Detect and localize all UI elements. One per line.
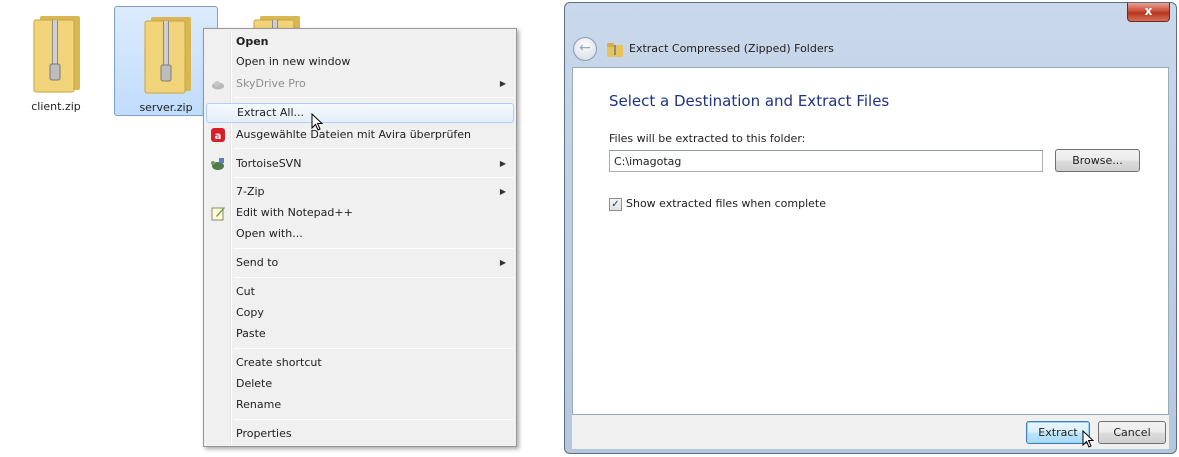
destination-folder-label: Files will be extracted to this folder: — [609, 132, 806, 145]
file-name: client.zip — [31, 100, 81, 113]
menu-item-label: Open — [236, 35, 269, 48]
show-files-label[interactable]: Show extracted files when complete — [626, 197, 826, 210]
menu-item-avira-scan[interactable]: a Ausgewählte Dateien mit Avira überprüf… — [206, 125, 514, 145]
menu-item-open-with[interactable]: Open with... — [206, 224, 514, 244]
show-files-checkbox[interactable]: ✓ — [609, 198, 622, 211]
menu-item-tortoisesvn[interactable]: TortoiseSVN ▶ — [206, 154, 514, 174]
menu-item-7zip[interactable]: 7-Zip ▶ — [206, 182, 514, 202]
menu-separator — [234, 348, 514, 349]
mouse-cursor-icon — [311, 113, 323, 131]
menu-item-rename[interactable]: Rename — [206, 395, 514, 415]
zip-folder-icon — [33, 16, 80, 93]
menu-item-label: Extract All... — [237, 106, 305, 119]
context-menu: Open Open in new window SkyDrive Pro ▶ E… — [203, 28, 517, 447]
menu-item-delete[interactable]: Delete — [206, 374, 514, 394]
svg-text:a: a — [215, 131, 222, 142]
menu-item-label: Ausgewählte Dateien mit Avira überprüfen — [236, 128, 472, 141]
menu-item-label: Delete — [236, 377, 273, 390]
dialog-content: Select a Destination and Extract Files F… — [572, 67, 1169, 415]
menu-item-notepad-plus[interactable]: Edit with Notepad++ — [206, 203, 514, 223]
cancel-button[interactable]: Cancel — [1098, 421, 1166, 444]
menu-item-open[interactable]: Open — [206, 32, 514, 52]
menu-separator — [234, 248, 514, 249]
zip-folder-icon — [144, 17, 191, 94]
close-button[interactable]: x — [1127, 3, 1170, 22]
file-name: server.zip — [139, 101, 193, 114]
menu-item-label: Edit with Notepad++ — [236, 206, 353, 219]
submenu-arrow-icon: ▶ — [499, 79, 506, 88]
menu-item-send-to[interactable]: Send to ▶ — [206, 253, 514, 273]
menu-separator — [234, 419, 514, 420]
avira-icon: a — [211, 128, 225, 142]
menu-item-label: Send to — [236, 256, 279, 269]
tortoise-icon — [211, 158, 224, 170]
submenu-arrow-icon: ▶ — [499, 258, 506, 267]
file-item-client-zip[interactable]: client.zip — [4, 6, 108, 116]
dialog-title: Extract Compressed (Zipped) Folders — [629, 42, 834, 55]
menu-item-extract-all[interactable]: Extract All... — [206, 103, 514, 123]
back-arrow-icon[interactable] — [573, 37, 597, 61]
menu-item-label: Open with... — [236, 227, 303, 240]
menu-item-label: Rename — [236, 398, 282, 411]
extract-button[interactable]: Extract — [1026, 421, 1090, 444]
menu-item-create-shortcut[interactable]: Create shortcut — [206, 353, 514, 373]
notepad-icon — [211, 207, 225, 221]
explorer-file-area: client.zip server.zip Open Open in new w… — [0, 0, 540, 457]
menu-item-open-new-window[interactable]: Open in new window — [206, 52, 514, 72]
menu-item-label: Cut — [236, 285, 255, 298]
dialog-title-bar: x Extract Compressed (Zipped) Folders — [565, 3, 1176, 67]
menu-item-label: Properties — [236, 427, 292, 440]
menu-item-label: Create shortcut — [236, 356, 322, 369]
menu-item-label: Open in new window — [236, 55, 351, 68]
menu-separator — [234, 277, 514, 278]
menu-item-label: Paste — [236, 327, 266, 340]
menu-item-skydrive-pro[interactable]: SkyDrive Pro ▶ — [206, 74, 514, 94]
submenu-arrow-icon: ▶ — [499, 159, 506, 168]
menu-separator — [234, 177, 514, 178]
menu-item-paste[interactable]: Paste — [206, 324, 514, 344]
extract-dialog-window: x Extract Compressed (Zipped) Folders Se… — [564, 2, 1177, 454]
dialog-footer: Extract Cancel — [572, 415, 1169, 449]
menu-item-label: Copy — [236, 306, 264, 319]
menu-item-label: TortoiseSVN — [236, 157, 302, 170]
menu-item-label: SkyDrive Pro — [236, 77, 306, 90]
submenu-arrow-icon: ▶ — [499, 187, 506, 196]
zip-folder-icon — [607, 43, 623, 57]
browse-button[interactable]: Browse... — [1055, 149, 1140, 172]
destination-path-input[interactable] — [609, 150, 1043, 172]
menu-item-label: 7-Zip — [236, 185, 265, 198]
menu-separator — [234, 97, 514, 98]
cloud-icon — [212, 81, 224, 90]
dialog-heading: Select a Destination and Extract Files — [609, 92, 890, 110]
menu-separator — [234, 148, 514, 149]
mouse-cursor-icon — [1082, 430, 1094, 448]
menu-item-copy[interactable]: Copy — [206, 303, 514, 323]
menu-item-properties[interactable]: Properties — [206, 424, 514, 444]
menu-item-cut[interactable]: Cut — [206, 282, 514, 302]
